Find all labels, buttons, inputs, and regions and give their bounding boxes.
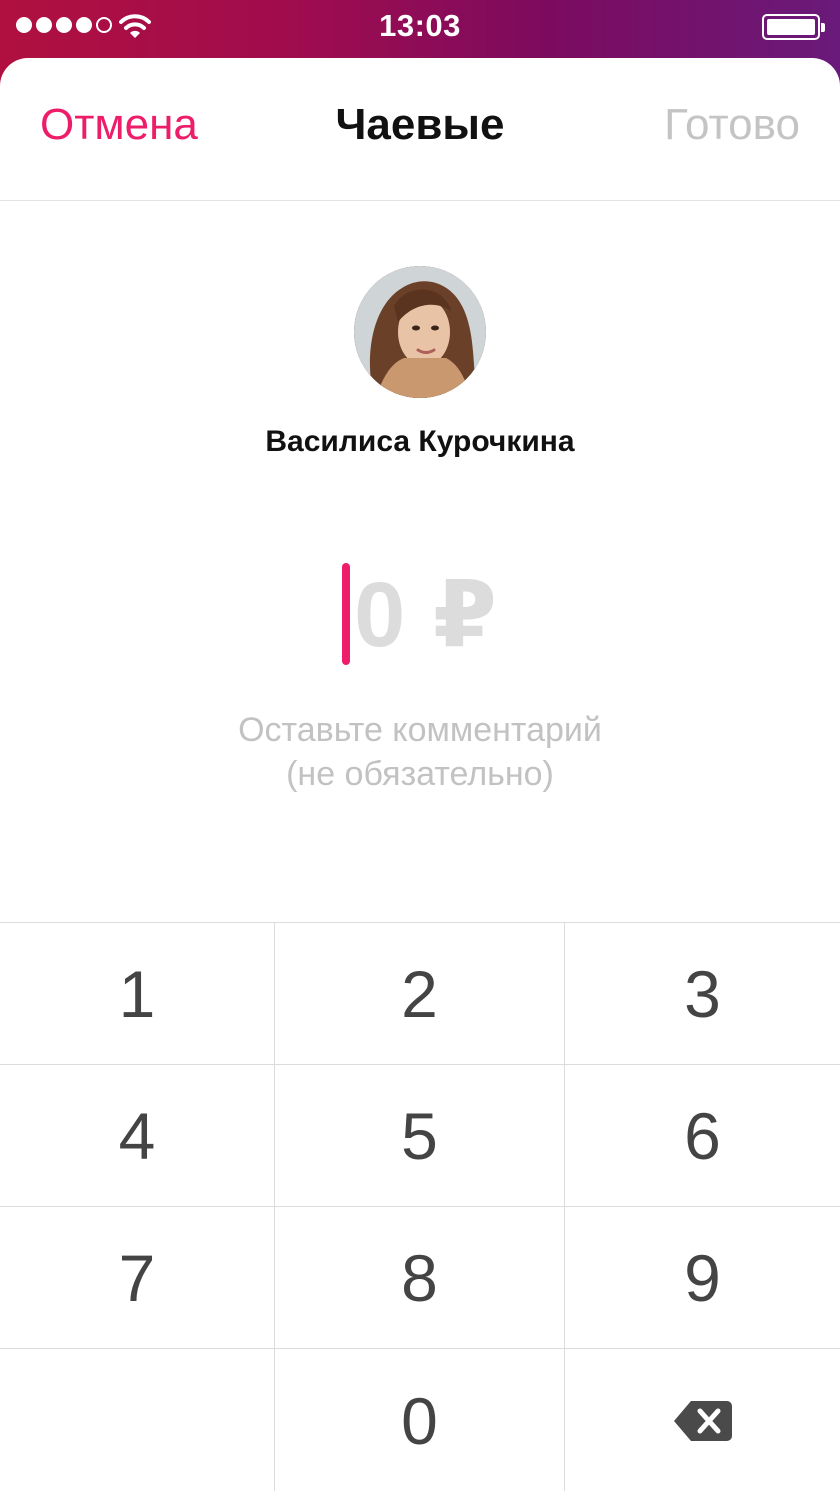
comment-placeholder-line1: Оставьте комментарий — [238, 711, 602, 749]
key-5[interactable]: 5 — [275, 1065, 565, 1206]
tip-screen: 13:03 Отмена Чаевые Готово Василиса Куро… — [0, 0, 840, 1491]
tip-sheet: Отмена Чаевые Готово Василиса Курочкина … — [0, 58, 840, 1491]
keypad-row: 1 2 3 — [0, 923, 840, 1065]
key-8[interactable]: 8 — [275, 1207, 565, 1348]
amount-input[interactable]: 0 ₽ — [0, 558, 840, 670]
key-3[interactable]: 3 — [565, 923, 840, 1064]
backspace-button[interactable] — [565, 1349, 840, 1491]
done-button[interactable]: Готово — [664, 100, 800, 150]
keypad-row: 4 5 6 — [0, 1065, 840, 1207]
amount-value: 0 ₽ — [354, 563, 498, 666]
navigation-bar: Отмена Чаевые Готово — [0, 58, 840, 201]
key-empty — [0, 1349, 275, 1491]
key-6[interactable]: 6 — [565, 1065, 840, 1206]
key-7[interactable]: 7 — [0, 1207, 275, 1348]
key-4[interactable]: 4 — [0, 1065, 275, 1206]
text-cursor — [342, 563, 351, 665]
comment-placeholder-line2: (не обязательно) — [286, 755, 554, 793]
battery-icon — [762, 14, 825, 40]
recipient-avatar — [354, 266, 486, 398]
key-0[interactable]: 0 — [275, 1349, 565, 1491]
backspace-icon — [673, 1400, 732, 1441]
recipient-name: Василиса Курочкина — [265, 425, 575, 458]
comment-field[interactable]: Оставьте комментарий (не обязательно) — [0, 708, 840, 796]
keypad-row: 0 — [0, 1349, 840, 1491]
status-time: 13:03 — [379, 8, 461, 43]
key-9[interactable]: 9 — [565, 1207, 840, 1348]
keypad-row: 7 8 9 — [0, 1207, 840, 1349]
numeric-keypad: 1 2 3 4 5 6 7 8 9 0 — [0, 922, 840, 1491]
key-1[interactable]: 1 — [0, 923, 275, 1064]
key-2[interactable]: 2 — [275, 923, 565, 1064]
